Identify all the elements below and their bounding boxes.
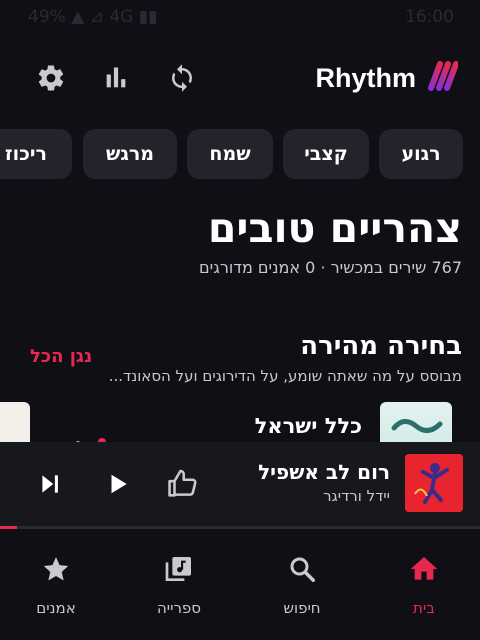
star-icon <box>40 553 72 585</box>
mini-player[interactable]: רום לב אשפיל יידל ורדיגר <box>0 442 480 526</box>
library-icon <box>163 553 195 585</box>
nav-label: בית <box>413 599 435 617</box>
thumbs-up-icon[interactable] <box>165 466 201 502</box>
chip-focus[interactable]: ריכוז <box>0 129 72 179</box>
bar-chart-icon[interactable] <box>98 60 134 96</box>
bottom-nav: בית חיפוש ספרייה אמנים <box>0 529 480 640</box>
chip-exciting[interactable]: מרגש <box>83 129 177 179</box>
nav-search[interactable]: חיפוש <box>252 553 352 623</box>
home-icon <box>408 553 440 585</box>
status-indicators: 49% ▲ ⊿ 4G ▮▮ <box>28 7 158 27</box>
brand-name: Rhythm <box>315 62 417 93</box>
play-icon[interactable] <box>100 466 136 502</box>
nav-label: אמנים <box>36 599 76 617</box>
gear-icon[interactable] <box>33 60 69 96</box>
skip-next-icon[interactable] <box>32 466 68 502</box>
chip-calm[interactable]: רגוע <box>379 129 463 179</box>
rhythm-logo-icon <box>428 61 459 95</box>
now-playing-title[interactable]: רום לב אשפיל <box>258 460 390 484</box>
chip-happy[interactable]: שמח <box>187 129 273 179</box>
top-app-bar: Rhythm <box>0 52 480 106</box>
now-playing-artist[interactable]: יידל ורדיגר <box>323 487 390 505</box>
greeting-title: צהריים טובים <box>207 204 462 252</box>
album-art[interactable] <box>380 402 452 442</box>
mood-chips: רגוע קצבי שמח מרגש ריכוז <box>0 129 480 179</box>
refresh-icon[interactable] <box>164 60 200 96</box>
search-icon <box>286 553 318 585</box>
nav-label: חיפוש <box>283 599 321 617</box>
nav-label: ספרייה <box>156 599 202 617</box>
status-bar: 49% ▲ ⊿ 4G ▮▮ 16:00 <box>0 0 480 34</box>
library-stats: 767 שירים במכשיר · 0 אמנים מדורגים <box>199 258 462 277</box>
quick-pick-subtitle: מבוסס על מה שאתה שומע, על הדירוגים ועל ה… <box>108 367 462 385</box>
quick-pick-title: בחירה מהירה <box>300 331 462 361</box>
chip-rhythmic[interactable]: קצבי <box>283 129 369 179</box>
album-art[interactable] <box>0 402 30 442</box>
play-all-button[interactable]: נגן הכל <box>30 346 92 367</box>
more-options-icon[interactable] <box>74 432 114 442</box>
status-time: 16:00 <box>405 7 454 27</box>
nav-artists[interactable]: אמנים <box>6 553 106 623</box>
brand: Rhythm <box>316 61 459 95</box>
nav-library[interactable]: ספרייה <box>129 553 229 623</box>
now-playing-art[interactable] <box>405 454 463 512</box>
nav-home[interactable]: בית <box>374 553 474 623</box>
list-item-title[interactable]: כלל ישראל <box>255 414 362 438</box>
quick-pick-list: כלל ישראל <box>0 402 480 442</box>
